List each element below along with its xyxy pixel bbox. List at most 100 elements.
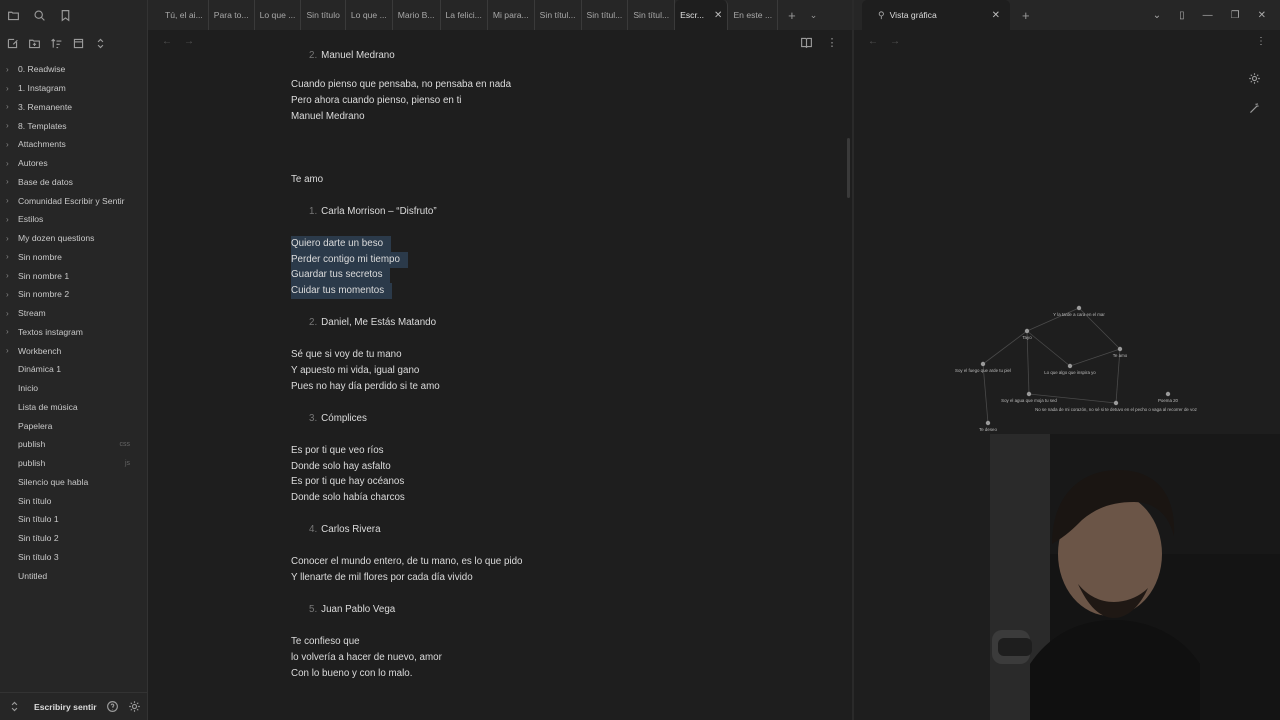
folder-item[interactable]: › Sin nombre 2 xyxy=(0,285,147,304)
graph-node[interactable] xyxy=(1113,400,1119,406)
back-arrow-icon[interactable]: ← xyxy=(162,36,172,47)
chevron-right-icon: › xyxy=(6,252,9,262)
file-item[interactable]: Dinámica 1 xyxy=(0,360,147,379)
folder-item[interactable]: › Base de datos xyxy=(0,173,147,192)
new-tab-icon[interactable]: + xyxy=(788,8,796,23)
close-icon[interactable]: ✕ xyxy=(992,10,1000,21)
folder-item[interactable]: › My dozen questions xyxy=(0,229,147,248)
file-item[interactable]: Silencio que habla xyxy=(0,473,147,492)
file-item[interactable]: Untitled xyxy=(0,566,147,585)
minimize-icon[interactable]: — xyxy=(1203,10,1213,21)
folder-item[interactable]: › Autores xyxy=(0,154,147,173)
list-item-text: Carla Morrison – “Disfruto” xyxy=(321,206,437,217)
tab-7[interactable]: Mi para... xyxy=(488,0,535,30)
tree-item-label: publish xyxy=(18,439,46,450)
chevron-right-icon: › xyxy=(6,121,9,131)
graph-node[interactable] xyxy=(985,420,991,426)
graph-node[interactable] xyxy=(980,361,986,367)
sidebar-header xyxy=(0,0,147,30)
folder-item[interactable]: › Sin nombre xyxy=(0,248,147,267)
folder-item[interactable]: › Attachments xyxy=(0,135,147,154)
settings-icon[interactable] xyxy=(126,699,142,715)
folder-item[interactable]: › 0. Readwise xyxy=(0,60,147,79)
text-line: Pero ahora cuando pienso, pienso en ti xyxy=(291,95,462,106)
file-item[interactable]: Sin título 1 xyxy=(0,510,147,529)
nav-buttons: ← → xyxy=(148,30,852,52)
tab-1[interactable]: Para to... xyxy=(209,0,255,30)
tab-3[interactable]: Sin título xyxy=(301,0,346,30)
tab-list-chevron-icon[interactable]: ⌄ xyxy=(810,10,818,21)
tab-10[interactable]: Sin títul... xyxy=(628,0,676,30)
graph-node[interactable] xyxy=(1117,346,1123,352)
folder-item[interactable]: › Stream xyxy=(0,304,147,323)
chevron-down-icon[interactable]: ⌄ xyxy=(1153,10,1161,21)
sort-icon[interactable] xyxy=(48,35,64,51)
folder-item[interactable]: › 1. Instagram xyxy=(0,79,147,98)
tab-4[interactable]: Lo que ... xyxy=(346,0,393,30)
restore-icon[interactable]: ❐ xyxy=(1231,10,1240,21)
editor-pane[interactable]: ← → ⋮ 2. Manuel Medrano Cuando pienso que … xyxy=(148,30,852,720)
view-actions: ⋮ xyxy=(798,34,840,50)
tab-0[interactable]: Tú, el ai... xyxy=(160,0,209,30)
tree-item-label: Sin nombre xyxy=(18,251,62,262)
folder-item[interactable]: › Textos instagram xyxy=(0,323,147,342)
file-item[interactable]: publish js xyxy=(0,454,147,473)
tab-12[interactable]: En este ... xyxy=(728,0,779,30)
tab-bar: Tú, el ai... Para to... Lo que ... Sin títu… xyxy=(148,0,852,30)
vault-switcher[interactable]: Escribiry sentir xyxy=(0,692,148,720)
folder-item[interactable]: › Estilos xyxy=(0,210,147,229)
folder-icon[interactable] xyxy=(5,7,21,23)
folder-item[interactable]: › 3. Remanente xyxy=(0,98,147,117)
tab-5[interactable]: Mario B... xyxy=(393,0,441,30)
new-tab-icon[interactable]: + xyxy=(1022,8,1030,23)
close-icon[interactable]: ✕ xyxy=(714,10,722,21)
tab-2[interactable]: Lo que ... xyxy=(255,0,302,30)
more-options-icon[interactable]: ⋮ xyxy=(824,34,840,50)
graph-node[interactable] xyxy=(1076,305,1082,311)
forward-arrow-icon[interactable]: → xyxy=(184,36,194,47)
new-note-icon[interactable] xyxy=(4,35,20,51)
folder-item[interactable]: › 8. Templates xyxy=(0,116,147,135)
tab-6[interactable]: La felici... xyxy=(441,0,488,30)
window-close-icon[interactable]: ✕ xyxy=(1258,10,1266,21)
tab-11[interactable]: Escr... ✕ xyxy=(675,0,729,30)
scrollbar[interactable] xyxy=(847,138,850,198)
chevron-right-icon: › xyxy=(6,289,9,299)
file-item[interactable]: Sin título 2 xyxy=(0,529,147,548)
new-folder-icon[interactable] xyxy=(26,35,42,51)
chevron-right-icon: › xyxy=(6,158,9,168)
chevron-right-icon: › xyxy=(6,102,9,112)
graph-node[interactable] xyxy=(1165,391,1171,397)
tab-label: Escr... xyxy=(680,10,705,20)
file-item[interactable]: Lista de música xyxy=(0,398,147,417)
chevron-right-icon: › xyxy=(6,346,9,356)
collapse-icon[interactable] xyxy=(70,35,86,51)
file-item[interactable]: publish css xyxy=(0,435,147,454)
tree-item-label: Sin nombre 2 xyxy=(18,289,70,300)
tree-item-label: 3. Remanente xyxy=(18,101,72,112)
sidebar-toggle-icon[interactable]: ▯ xyxy=(1179,10,1185,21)
chevrons-icon[interactable] xyxy=(92,35,108,51)
tab-graph-view[interactable]: ⚲ Vista gráfica ✕ xyxy=(862,0,1010,30)
folder-item[interactable]: › Sin nombre 1 xyxy=(0,266,147,285)
reading-view-icon[interactable] xyxy=(798,34,814,50)
file-item[interactable]: Sin título 3 xyxy=(0,548,147,567)
folder-item[interactable]: › Workbench xyxy=(0,341,147,360)
tree-item-label: Autores xyxy=(18,158,48,169)
help-icon[interactable] xyxy=(104,699,120,715)
tab-8[interactable]: Sin títul... xyxy=(535,0,582,30)
tab-label: Lo que ... xyxy=(259,10,296,20)
graph-node[interactable] xyxy=(1026,391,1032,397)
folder-item[interactable]: › Comunidad Escribir y Sentir xyxy=(0,191,147,210)
file-item[interactable]: Papelera xyxy=(0,416,147,435)
tree-item-label: Dinámica 1 xyxy=(18,364,61,375)
graph-node[interactable] xyxy=(1024,328,1030,334)
file-item[interactable]: Inicio xyxy=(0,379,147,398)
file-item[interactable]: Sin título xyxy=(0,491,147,510)
tree-item-label: Untitled xyxy=(18,570,48,581)
graph-node[interactable] xyxy=(1067,363,1073,369)
bookmark-icon[interactable] xyxy=(57,7,73,23)
search-icon[interactable] xyxy=(31,7,47,23)
tab-9[interactable]: Sin títul... xyxy=(582,0,629,30)
tree-item-label: Sin nombre 1 xyxy=(18,270,70,281)
